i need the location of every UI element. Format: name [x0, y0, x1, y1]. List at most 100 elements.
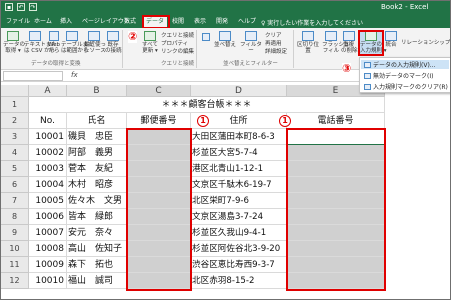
name-box[interactable]: [3, 71, 63, 81]
cell-address[interactable]: 北区赤羽8-15-2: [191, 273, 287, 289]
row-header[interactable]: 12: [1, 273, 29, 289]
header-no[interactable]: No.: [29, 113, 67, 129]
cell-postal[interactable]: [127, 273, 191, 289]
tab-data[interactable]: データ: [143, 16, 168, 28]
cell-no[interactable]: 10009: [29, 257, 67, 273]
menu-item-circle-invalid[interactable]: 無効データのマーク(I): [364, 71, 433, 80]
cell-no[interactable]: 10010: [29, 273, 67, 289]
cell-no[interactable]: 10003: [29, 161, 67, 177]
cell-name[interactable]: 安元 奈々: [67, 225, 127, 241]
cell-address[interactable]: 大田区蒲田本町8-6-3: [191, 129, 287, 145]
cell-postal[interactable]: [127, 225, 191, 241]
relationships-button[interactable]: リレーションシップ: [401, 38, 450, 46]
sheet-title[interactable]: ＊＊＊顧客台帳＊＊＊: [29, 97, 385, 113]
reapply-button[interactable]: 再適用: [265, 39, 282, 47]
refresh-all-button[interactable]: すべて 更新 ▾: [141, 31, 159, 54]
cell-phone[interactable]: [287, 257, 385, 273]
row-header[interactable]: 9: [1, 225, 29, 241]
tab-view[interactable]: 表示: [191, 16, 209, 28]
row-header[interactable]: 8: [1, 209, 29, 225]
tell-me-search[interactable]: ♀ 実行したい作業を入力してください: [261, 18, 363, 27]
cell-name[interactable]: 福山 誠司: [67, 273, 127, 289]
tab-developer[interactable]: 開発: [213, 16, 231, 28]
tab-help[interactable]: ヘルプ: [235, 16, 259, 28]
row-header[interactable]: 11: [1, 257, 29, 273]
properties-button[interactable]: プロパティ: [161, 39, 188, 47]
cell-phone[interactable]: [287, 209, 385, 225]
existing-connections-button[interactable]: 既存 の接続: [105, 31, 122, 54]
row-header[interactable]: 3: [1, 129, 29, 145]
tab-formulas[interactable]: 数式: [121, 16, 139, 28]
row-header[interactable]: 1: [1, 97, 29, 113]
row-header[interactable]: 10: [1, 241, 29, 257]
save-icon[interactable]: ▪: [5, 3, 13, 11]
advanced-button[interactable]: 詳細設定: [265, 47, 287, 55]
cell-postal[interactable]: [127, 129, 191, 145]
row-header[interactable]: 6: [1, 177, 29, 193]
header-postal[interactable]: 郵便番号: [127, 113, 191, 129]
cell-phone[interactable]: [287, 225, 385, 241]
sort-asc-button[interactable]: [201, 33, 211, 42]
cell-no[interactable]: 10004: [29, 177, 67, 193]
cell-address[interactable]: 杉並区阿佐谷北3-9-20: [191, 241, 287, 257]
remove-duplicates-button[interactable]: 重複 の削除: [341, 31, 358, 54]
cell-postal[interactable]: [127, 241, 191, 257]
edit-links-button[interactable]: リンクの編集: [161, 47, 194, 55]
cell-no[interactable]: 10006: [29, 209, 67, 225]
tab-home[interactable]: ホーム: [31, 16, 55, 28]
from-web-button[interactable]: Web から: [48, 31, 60, 54]
from-table-button[interactable]: テーブルまた は範囲から: [61, 31, 94, 54]
row-header[interactable]: 5: [1, 161, 29, 177]
cell-postal[interactable]: [127, 161, 191, 177]
cell-name[interactable]: 佐々木 文男: [67, 193, 127, 209]
data-validation-button[interactable]: データの 入力規則 ▾: [360, 31, 387, 54]
cell-phone[interactable]: [287, 241, 385, 257]
cell-name[interactable]: 菅本 友紀: [67, 161, 127, 177]
menu-item-clear-circles[interactable]: 入力規則マークのクリア(R): [364, 82, 448, 91]
cell-phone[interactable]: [287, 193, 385, 209]
select-all-corner[interactable]: [1, 85, 29, 97]
row-header[interactable]: 2: [1, 113, 29, 129]
menu-item-data-validation[interactable]: データの入力規則(V)...: [361, 60, 449, 69]
filter-button[interactable]: フィルター: [239, 31, 263, 54]
cell-postal[interactable]: [127, 257, 191, 273]
from-text-csv-button[interactable]: テキストまた は CSV から: [24, 31, 57, 54]
cell-postal[interactable]: [127, 193, 191, 209]
header-phone[interactable]: 電話番号: [287, 113, 385, 129]
cell-address[interactable]: 杉並区大宮5-7-4: [191, 145, 287, 161]
cell-address[interactable]: 文京区湯島3-7-24: [191, 209, 287, 225]
redo-icon[interactable]: ↷: [29, 3, 37, 11]
flash-fill-button[interactable]: フラッシュ フィル: [322, 31, 350, 54]
undo-icon[interactable]: ↶: [17, 3, 25, 11]
cell-address[interactable]: 港区北青山1-12-1: [191, 161, 287, 177]
cell-no[interactable]: 10007: [29, 225, 67, 241]
cell-no[interactable]: 10008: [29, 241, 67, 257]
cell-phone[interactable]: [287, 273, 385, 289]
tab-review[interactable]: 校閲: [169, 16, 187, 28]
row-header[interactable]: 4: [1, 145, 29, 161]
column-header-a[interactable]: A: [29, 85, 67, 97]
tab-file[interactable]: ファイル: [3, 16, 33, 28]
consolidate-button[interactable]: 統合: [384, 31, 398, 48]
cell-address[interactable]: 杉並区久我山9-4-1: [191, 225, 287, 241]
cell-address[interactable]: 渋谷区恵比寿西9-3-7: [191, 257, 287, 273]
cell-no[interactable]: 10002: [29, 145, 67, 161]
queries-connections-button[interactable]: クエリと接続: [161, 31, 194, 39]
cell-postal[interactable]: [127, 209, 191, 225]
cell-no[interactable]: 10001: [29, 129, 67, 145]
cell-postal[interactable]: [127, 177, 191, 193]
row-header[interactable]: 7: [1, 193, 29, 209]
cell-postal[interactable]: [127, 145, 191, 161]
text-to-columns-button[interactable]: 区切り位置: [296, 31, 320, 54]
cell-phone[interactable]: [287, 161, 385, 177]
cell-phone-active[interactable]: [287, 129, 385, 145]
cell-phone[interactable]: [287, 145, 385, 161]
clear-button[interactable]: クリア: [265, 31, 282, 39]
cell-name[interactable]: 磯貝 忠臣: [67, 129, 127, 145]
get-data-button[interactable]: データの 取得 ▾: [3, 31, 25, 54]
cell-address[interactable]: 文京区千駄木6-19-7: [191, 177, 287, 193]
column-header-c[interactable]: C: [127, 85, 191, 97]
tab-insert[interactable]: 挿入: [57, 16, 75, 28]
cell-address[interactable]: 北区栄町7-9-6: [191, 193, 287, 209]
fx-icon[interactable]: fx: [71, 71, 78, 79]
